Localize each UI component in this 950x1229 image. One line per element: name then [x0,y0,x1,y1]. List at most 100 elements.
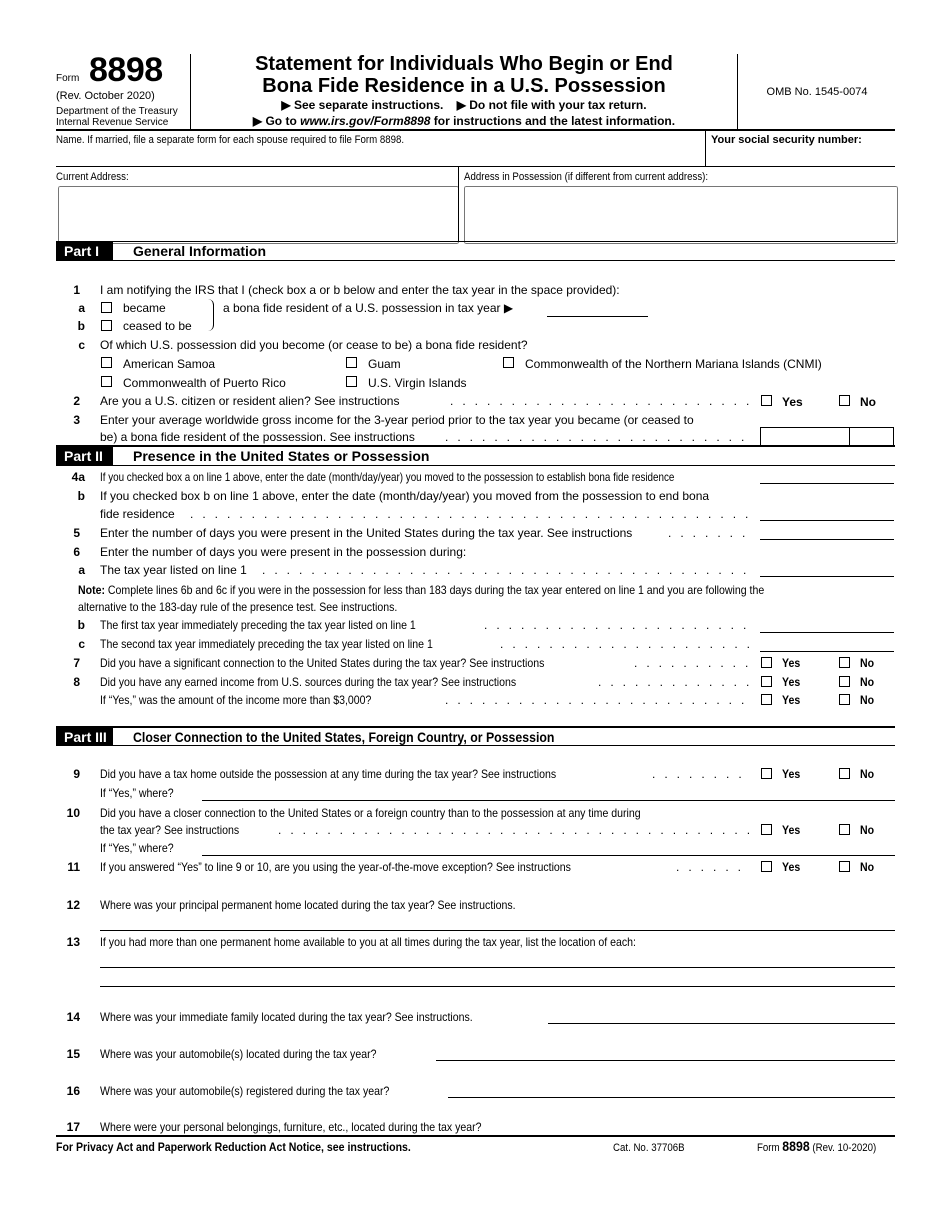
line9-text: Did you have a tax home outside the poss… [100,767,557,781]
yes-label: Yes [782,823,801,837]
current-address-input[interactable] [58,186,459,244]
form-number: 8898 [89,51,163,89]
part3-title: Closer Connection to the United States, … [133,729,555,745]
note-label: Note: [78,583,105,597]
cnmi-checkbox[interactable] [503,357,514,368]
name-input[interactable] [58,148,702,166]
no-label: No [860,860,875,874]
line16-text: Where was your automobile(s) registered … [100,1084,390,1098]
line14-underline [548,1023,895,1024]
line8-sub-text: If “Yes,” was the amount of the income m… [100,693,372,707]
line13-input-2[interactable] [100,971,896,987]
virgin-islands-checkbox[interactable] [346,376,357,387]
line9-where-label: If “Yes,” where? [100,786,174,800]
part2-title: Presence in the United States or Possess… [133,448,430,464]
line-number: c [78,637,85,651]
line-number: 8 [73,675,80,689]
guam-checkbox[interactable] [346,357,357,368]
tax-year-input[interactable] [547,301,651,317]
line7-yes-checkbox[interactable] [761,657,772,668]
line8-sub-no-checkbox[interactable] [839,694,850,705]
line6a-text: The tax year listed on line 1 [100,563,247,577]
line3-text2: be) a bona fide resident of the possessi… [100,430,415,444]
line15-underline [436,1060,895,1061]
line7-text: Did you have a significant connection to… [100,656,545,670]
line6b-field[interactable] [760,632,894,633]
line8-no-checkbox[interactable] [839,676,850,687]
yes-label: Yes [782,767,801,781]
line4a-field[interactable] [760,483,894,484]
dot-leader: ................................. [445,430,750,444]
line15-input[interactable] [436,1045,896,1061]
became-checkbox[interactable] [101,302,112,313]
line3-dollars-input[interactable] [763,429,851,445]
no-label: No [860,395,876,409]
ssn-input[interactable] [711,148,895,166]
dot-leader: ............ [634,656,750,670]
form-label: Form [56,73,80,84]
line3-cents-input[interactable] [852,429,894,445]
part3-badge: Part III [56,728,113,746]
line9-yes-checkbox[interactable] [761,768,772,779]
name-label: Name. If married, file a separate form f… [56,134,405,146]
line16-input[interactable] [448,1082,896,1098]
line13-underline-1 [100,967,895,968]
line6c-field[interactable] [760,651,894,652]
line6a-field[interactable] [760,576,894,577]
dot-leader: ........ [668,526,750,540]
line2-no-checkbox[interactable] [839,395,850,406]
dot-leader: ................................. [450,394,750,408]
line8-sub-yes-checkbox[interactable] [761,694,772,705]
american-samoa-label: American Samoa [123,357,216,371]
irs-url-link[interactable]: www.irs.gov/Form8898 [300,114,430,128]
line-number: a [78,301,85,315]
header-rule [56,129,895,131]
line11-yes-checkbox[interactable] [761,861,772,872]
line11-no-checkbox[interactable] [839,861,850,872]
yes-label: Yes [782,860,801,874]
yes-label: Yes [782,693,801,707]
line-number: 2 [73,394,80,408]
line10-where-input[interactable] [202,840,896,856]
catalog-number: Cat. No. 37706B [613,1142,685,1154]
line1c-text: Of which U.S. possession did you become … [100,338,528,352]
line16-underline [448,1097,895,1098]
line4b-field[interactable] [760,520,894,521]
possession-address-label: Address in Possession (if different from… [464,171,709,183]
line2-text: Are you a U.S. citizen or resident alien… [100,394,400,408]
dot-leader: ................................ [445,693,750,707]
american-samoa-checkbox[interactable] [101,357,112,368]
possession-address-input[interactable] [464,186,898,244]
dot-leader: ............................ [500,637,750,651]
line10-yes-checkbox[interactable] [761,824,772,835]
no-label: No [860,823,875,837]
line3-text1: Enter your average worldwide gross incom… [100,413,694,427]
line13-underline-2 [100,986,895,987]
yes-label: Yes [782,395,803,409]
line14-input[interactable] [548,1008,896,1024]
line-number: 7 [73,656,80,670]
ceased-checkbox[interactable] [101,320,112,331]
form-title-line1: Statement for Individuals Who Begin or E… [255,53,673,75]
line7-no-checkbox[interactable] [839,657,850,668]
line8-yes-checkbox[interactable] [761,676,772,687]
do-not-file: ▶ Do not file with your tax return. [456,98,647,112]
current-address-label: Current Address: [56,171,129,183]
line2-yes-checkbox[interactable] [761,395,772,406]
line-number: b [77,618,85,632]
puerto-rico-checkbox[interactable] [101,376,112,387]
line6c-text: The second tax year immediately precedin… [100,637,433,651]
line-number: 10 [66,806,80,820]
goto-line: ▶ Go to www.irs.gov/Form8898 for instruc… [190,114,738,128]
line4a-text: If you checked box a on line 1 above, en… [100,470,675,484]
puerto-rico-label: Commonwealth of Puerto Rico [123,376,286,390]
line9-no-checkbox[interactable] [839,768,850,779]
line14-text: Where was your immediate family located … [100,1010,473,1024]
line5-field[interactable] [760,539,894,540]
line9-where-input[interactable] [202,785,896,801]
line13-input-1[interactable] [100,952,896,968]
guam-label: Guam [368,357,401,371]
line10-no-checkbox[interactable] [839,824,850,835]
line-number: 5 [73,526,80,540]
line12-input[interactable] [100,915,896,931]
